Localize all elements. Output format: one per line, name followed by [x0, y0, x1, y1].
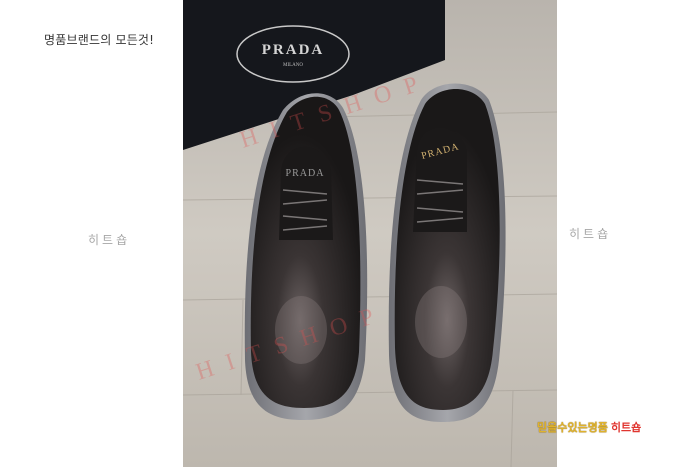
watermark-left: 히트숍 — [88, 233, 131, 247]
footer-brand: 히트숍 — [610, 421, 642, 434]
footer-badge: 믿을수있는명품 히트숍 — [537, 419, 641, 435]
product-photo: PRADA MILANO PRADA PRADA HITSHOP HITSHOP — [183, 0, 557, 467]
box-sub-text: MILANO — [283, 63, 303, 68]
box-brand-text: PRADA — [262, 42, 325, 58]
tagline: 명품브랜드의 모든것! — [44, 33, 155, 47]
footer-slogan: 믿을수있는명품 — [537, 421, 608, 434]
watermark-right: 히트숍 — [569, 227, 612, 241]
left-shoe-logo: PRADA — [286, 168, 325, 179]
